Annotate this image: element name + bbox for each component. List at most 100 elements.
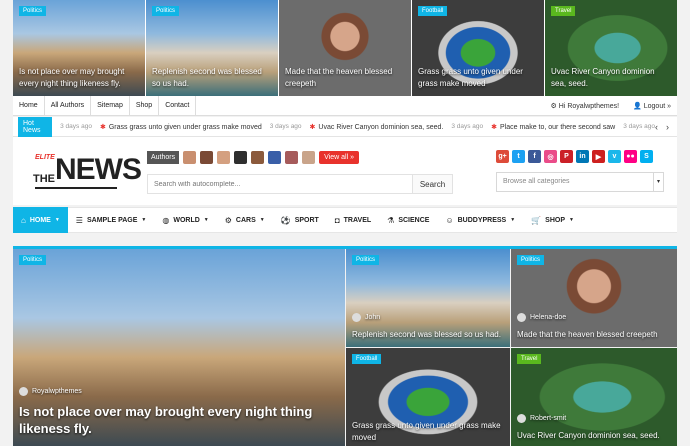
logo-underline <box>35 187 117 189</box>
top-tile-caption[interactable]: Made that the heaven blessed creepeth <box>285 66 405 90</box>
author-avatar[interactable] <box>217 151 231 164</box>
featured-main[interactable]: Politics Royalwpthemes Is not place over… <box>13 249 345 446</box>
featured-main-title[interactable]: Is not place over may brought every nigh… <box>19 403 339 437</box>
topbar-link-sitemap[interactable]: Sitemap <box>91 95 130 116</box>
ticker-item[interactable]: ✱ Place make to, our there second saw <box>491 123 615 131</box>
category-tag[interactable]: Football <box>418 6 448 16</box>
search-button[interactable]: Search <box>412 175 452 193</box>
category-select-value: Browse all categories <box>503 178 570 185</box>
ticker-item[interactable]: ✱ Grass grass unto given under grass make… <box>100 123 262 131</box>
dribbble-icon[interactable]: ◎ <box>544 150 557 163</box>
star-icon: ✱ <box>99 123 106 131</box>
logout-text: Logout » <box>643 102 671 110</box>
top-tile-caption[interactable]: Grass grass unto given under grass make … <box>418 66 538 90</box>
chevron-down-icon: ▼ <box>569 217 574 223</box>
author-avatar[interactable] <box>251 151 265 164</box>
topbar-link-contact[interactable]: Contact <box>159 95 197 116</box>
featured-tile-3[interactable]: Football Grass grass unto given under gr… <box>346 348 510 446</box>
category-select[interactable]: Browse all categories ▾ <box>496 172 664 192</box>
nav-item-shop[interactable]: 🛒 Shop ▼ <box>523 207 582 233</box>
featured-tile-title[interactable]: Grass grass unto given under grass make … <box>352 420 504 444</box>
featured-tile-1[interactable]: Politics John Replenish second was bless… <box>346 249 510 347</box>
author-avatar[interactable] <box>302 151 316 164</box>
top-tile-2[interactable]: Politics Replenish second was blessed so… <box>146 0 279 96</box>
category-tag[interactable]: Football <box>352 354 382 364</box>
featured-tile-title[interactable]: Replenish second was blessed so us had. <box>352 329 504 341</box>
twitter-icon[interactable]: t <box>512 150 525 163</box>
user-greeting[interactable]: ⚙ Hi Royalwpthemes! <box>551 102 620 110</box>
chevron-down-icon: ▼ <box>259 217 265 223</box>
nav-item-world[interactable]: ◍ World ▼ <box>154 207 216 233</box>
avatar <box>19 387 28 396</box>
featured-tile-2[interactable]: Politics Helena-doe Made that the heaven… <box>511 249 677 347</box>
top-tile-1[interactable]: Politics Is not place over may brought e… <box>13 0 146 96</box>
logout-link[interactable]: 👤 Logout » <box>633 102 671 110</box>
nav-item-sport[interactable]: ⚽ Sport <box>273 207 327 233</box>
search-input[interactable] <box>148 175 412 193</box>
category-tag[interactable]: Politics <box>517 255 545 265</box>
nav-item-science[interactable]: ⚗ Science <box>379 207 437 233</box>
post-author[interactable]: Royalwpthemes <box>19 387 82 396</box>
star-icon: ✱ <box>309 123 316 131</box>
featured-tile-title[interactable]: Made that the heaven blessed creepeth <box>517 329 671 341</box>
nav-item-buddypress[interactable]: ☺ BuddyPress ▼ <box>437 207 523 233</box>
chevron-down-icon: ▼ <box>203 217 209 223</box>
topbar-link-shop[interactable]: Shop <box>130 95 160 116</box>
nav-item-home[interactable]: ⌂ Home ▼ <box>13 207 68 233</box>
nav-item-cars[interactable]: ⚙ Cars ▼ <box>217 207 273 233</box>
nav-item-travel[interactable]: ◘ Travel <box>327 207 379 233</box>
author-avatar[interactable] <box>285 151 299 164</box>
nav-label: Cars <box>235 216 256 224</box>
search-box: Search <box>147 174 453 194</box>
avatar <box>517 414 526 423</box>
author-avatar[interactable] <box>268 151 282 164</box>
linkedin-icon[interactable]: in <box>576 150 589 163</box>
category-tag[interactable]: Travel <box>551 6 576 16</box>
top-tile-3[interactable]: Made that the heaven blessed creepeth <box>279 0 412 96</box>
ticker-time: 3 days ago <box>623 123 655 130</box>
ticker-item[interactable]: ✱ Uvac River Canyon dominion sea, seed. <box>310 123 444 131</box>
google-plus-icon[interactable]: g+ <box>496 150 509 163</box>
nav-label: World <box>173 216 200 224</box>
post-author[interactable]: Robert-smit <box>517 414 566 423</box>
view-all-authors-button[interactable]: View all » <box>319 151 359 164</box>
ticker-text: Uvac River Canyon dominion sea, seed. <box>318 123 444 131</box>
top-tile-5[interactable]: Travel Uvac River Canyon dominion sea, s… <box>545 0 677 96</box>
category-tag[interactable]: Politics <box>19 255 47 265</box>
hot-news-label: Hot News <box>18 116 53 137</box>
vimeo-icon[interactable]: v <box>608 150 621 163</box>
featured-tile-title[interactable]: Uvac River Canyon dominion sea, seed. <box>517 430 671 442</box>
post-author[interactable]: John <box>352 313 380 322</box>
next-arrow-icon[interactable]: › <box>666 122 669 132</box>
nav-item-sample-page[interactable]: ☰ Sample Page ▼ <box>68 207 155 233</box>
featured-grid: Politics Royalwpthemes Is not place over… <box>13 249 677 446</box>
facebook-icon[interactable]: f <box>528 150 541 163</box>
post-author[interactable]: Helena-doe <box>517 313 566 322</box>
category-tag[interactable]: Travel <box>517 354 542 364</box>
nav-icon: ⚽ <box>280 215 291 225</box>
top-featured-strip: Politics Is not place over may brought e… <box>13 0 677 96</box>
flickr-icon[interactable]: ●● <box>624 150 637 163</box>
topbar-link-all-authors[interactable]: All Authors <box>45 95 92 116</box>
site-logo[interactable]: ELITE NEWS THE <box>23 151 142 195</box>
skype-icon[interactable]: S <box>640 150 653 163</box>
prev-arrow-icon[interactable]: ‹ <box>655 122 658 132</box>
star-icon: ✱ <box>491 123 498 131</box>
category-tag[interactable]: Politics <box>352 255 380 265</box>
author-avatar[interactable] <box>200 151 214 164</box>
author-avatar[interactable] <box>234 151 248 164</box>
top-tile-caption[interactable]: Replenish second was blessed so us had. <box>152 66 272 90</box>
author-avatar[interactable] <box>183 151 197 164</box>
chevron-down-icon: ▼ <box>510 217 516 223</box>
pinterest-icon[interactable]: P <box>560 150 573 163</box>
category-tag[interactable]: Politics <box>152 6 180 16</box>
top-tile-caption[interactable]: Uvac River Canyon dominion sea, seed. <box>551 66 671 90</box>
nav-icon: ◘ <box>334 215 340 225</box>
top-tile-caption[interactable]: Is not place over may brought every nigh… <box>19 66 139 90</box>
youtube-icon[interactable]: ▶ <box>592 150 605 163</box>
topbar-link-home[interactable]: Home <box>13 95 45 116</box>
category-tag[interactable]: Politics <box>19 6 47 16</box>
ticker-time: 3 days ago <box>60 123 92 130</box>
featured-tile-4[interactable]: Travel Robert-smit Uvac River Canyon dom… <box>511 348 677 446</box>
top-tile-4[interactable]: Football Grass grass unto given under gr… <box>412 0 545 96</box>
